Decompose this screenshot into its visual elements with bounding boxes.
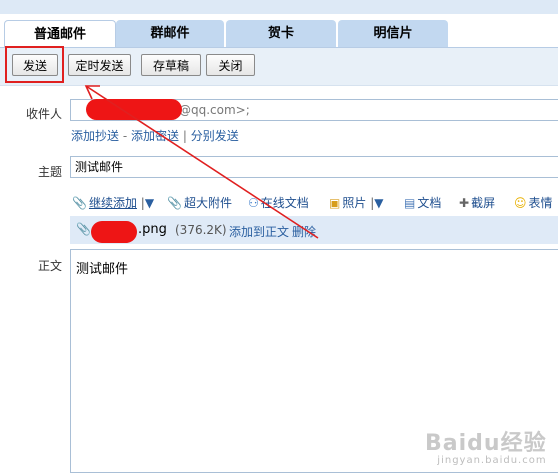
recipient-actions: 添加抄送 - 添加密送 | 分别发送 [71,127,239,144]
tab-greeting-card[interactable]: 贺卡 [226,20,336,47]
subject-label: 主题 [37,165,62,179]
large-attachment-button[interactable]: 📎 超大附件 [167,194,232,211]
continue-add-button[interactable]: 📎 继续添加 |▼ [72,194,154,211]
recipient-label: 收件人 [25,107,62,121]
redaction-mark [91,221,137,243]
photo-button[interactable]: ▣ 照片 |▼ [329,194,383,211]
action-separator: - [122,129,128,143]
tab-group-mail[interactable]: 群邮件 [116,20,224,47]
tab-postcard[interactable]: 明信片 [338,20,448,47]
screenshot-label: 截屏 [471,196,496,210]
watermark-text: Baidu经验 [425,431,547,456]
baidu-watermark: Baidu经验 jingyan.baidu.com [425,425,547,466]
photo-label: 照片 [342,196,367,210]
paperclip-icon: 📎 [167,196,182,210]
document-icon: ▤ [404,196,416,210]
continue-add-label: 继续添加 [88,196,137,210]
screenshot-icon: ✚ [459,196,470,210]
subject-value: 测试邮件 [75,160,124,174]
online-doc-label: 在线文档 [260,196,309,210]
delete-attachment-link[interactable]: 删除 [292,223,316,240]
attachment-size: (376.2K) [175,223,227,237]
screenshot-button[interactable]: ✚ 截屏 [459,194,495,211]
subject-input[interactable]: 测试邮件 [70,156,558,178]
send-button-highlight [5,46,64,83]
action-separator: | [182,129,187,143]
document-button[interactable]: ▤ 文档 [404,194,441,211]
add-to-body-link[interactable]: 添加到正文 [229,223,289,240]
add-cc-link[interactable]: 添加抄送 [71,129,119,143]
large-attachment-label: 超大附件 [183,196,232,210]
chevron-down-icon[interactable]: ▼ [145,196,154,210]
chevron-down-icon[interactable]: ▼ [374,196,383,210]
tab-normal-mail[interactable]: 普通邮件 [4,20,116,49]
emoji-icon: ☺ [514,196,527,210]
attachment-name: .png [138,222,167,237]
paperclip-icon: 📎 [76,222,91,236]
attachment-item: 📎 .png (376.2K) 添加到正文 删除 [70,216,558,244]
arrow-head [84,85,100,100]
body-label: 正文 [37,259,62,273]
scheduled-send-button[interactable]: 定时发送 [68,54,131,76]
photo-icon: ▣ [329,196,341,210]
compose-toolbar: 发送 定时发送 存草稿 关闭 [0,47,558,86]
online-doc-button[interactable]: ⚇ 在线文档 [248,194,309,211]
save-draft-button[interactable]: 存草稿 [141,54,201,76]
document-label: 文档 [417,196,442,210]
close-button[interactable]: 关闭 [206,54,255,76]
redaction-mark [86,99,182,120]
online-doc-icon: ⚇ [248,196,259,210]
separate-send-link[interactable]: 分别发送 [191,129,239,143]
paperclip-icon: 📎 [72,196,87,210]
watermark-url: jingyan.baidu.com [437,455,547,466]
add-bcc-link[interactable]: 添加密送 [131,129,179,143]
emoji-label: 表情 [528,196,553,210]
emoji-button[interactable]: ☺ 表情 [514,194,553,211]
recipient-email-suffix: @qq.com>; [179,103,250,117]
body-text: 测试邮件 [76,262,129,277]
top-bar [0,0,558,14]
attachment-toolbar: 📎 继续添加 |▼ 📎 超大附件 ⚇ 在线文档 ▣ 照片 |▼ ▤ 文档 ✚ 截屏 ☺ 表情 [70,190,558,212]
